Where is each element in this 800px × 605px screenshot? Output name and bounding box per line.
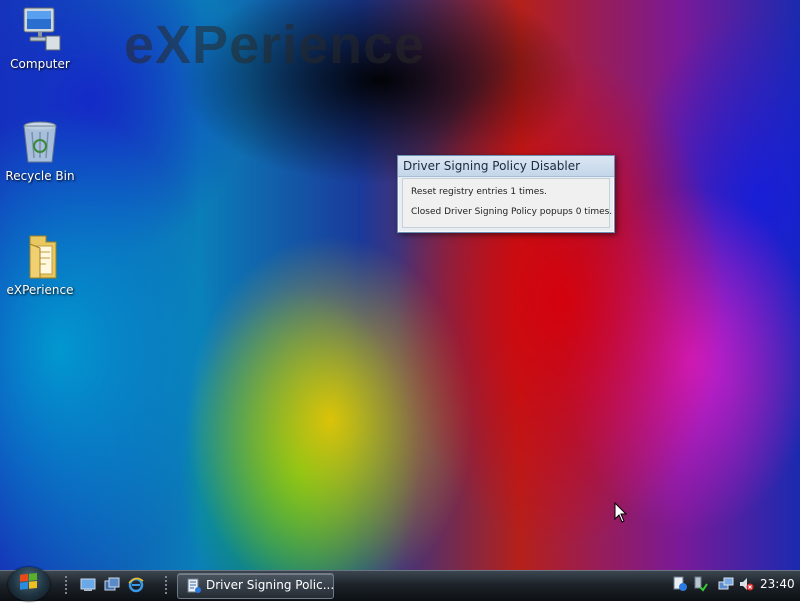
desktop-icon-label: Computer bbox=[10, 57, 70, 71]
popup-title[interactable]: Driver Signing Policy Disabler bbox=[398, 156, 614, 177]
computer-icon bbox=[16, 6, 64, 54]
taskbar-button-driver-signing[interactable]: Driver Signing Polic... bbox=[177, 573, 334, 599]
volume-muted-icon[interactable] bbox=[738, 576, 754, 592]
mouse-cursor-icon bbox=[614, 501, 628, 524]
desktop-icon-label: Recycle Bin bbox=[5, 169, 75, 183]
popup-popups-status: Closed Driver Signing Policy popups 0 ti… bbox=[411, 207, 613, 217]
driver-signing-popup[interactable]: Driver Signing Policy Disabler Reset reg… bbox=[397, 155, 615, 233]
taskbar-grip[interactable] bbox=[164, 575, 168, 595]
desktop-icon-recycle-bin[interactable]: Recycle Bin bbox=[0, 118, 80, 183]
taskbar-grip[interactable] bbox=[64, 575, 68, 595]
popup-body: Reset registry entries 1 times. Closed D… bbox=[402, 178, 613, 228]
desktop-watermark: eXPerience bbox=[124, 15, 426, 75]
popup-registry-status: Reset registry entries 1 times. bbox=[411, 187, 547, 197]
network-icon[interactable] bbox=[718, 576, 734, 592]
desktop-icon-experience-folder[interactable]: eXPerience bbox=[0, 232, 80, 297]
safely-remove-tray-icon[interactable] bbox=[692, 576, 708, 592]
recycle-bin-icon bbox=[16, 118, 64, 166]
system-clock[interactable]: 23:40 bbox=[760, 577, 795, 591]
internet-explorer-icon[interactable] bbox=[128, 577, 144, 593]
desktop-icon-label: eXPerience bbox=[6, 283, 74, 297]
switch-windows-icon[interactable] bbox=[104, 577, 120, 593]
driver-app-icon bbox=[186, 578, 202, 594]
desktop-icon-computer[interactable]: Computer bbox=[0, 6, 80, 71]
taskbar-button-label: Driver Signing Polic... bbox=[206, 578, 335, 592]
folder-icon bbox=[16, 232, 64, 280]
desktop-background: eXPerience Computer Recycle Bin eXPerien… bbox=[0, 0, 800, 570]
windows-start-orb-icon[interactable] bbox=[8, 567, 50, 601]
show-desktop-icon[interactable] bbox=[80, 577, 96, 593]
driver-signing-tray-icon[interactable] bbox=[672, 576, 688, 592]
